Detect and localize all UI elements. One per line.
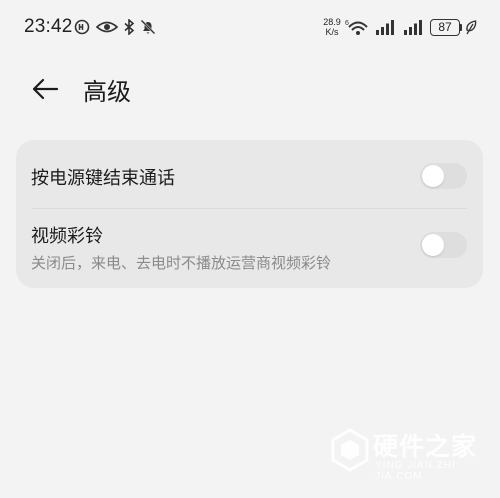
toggle-knob: [422, 165, 444, 187]
setting-label-video-ringback: 视频彩铃: [31, 226, 103, 247]
leaf-icon: [466, 20, 477, 35]
watermark-logo-icon: [331, 428, 369, 472]
divider: [32, 208, 467, 209]
network-speed: 28.9 K/s: [320, 17, 344, 37]
video-ringback-toggle[interactable]: [420, 232, 467, 258]
status-bar: 23:42 28.9 K/s 6 87: [0, 0, 500, 56]
clock-time: 23:42: [24, 16, 73, 37]
battery-icon: 87: [430, 19, 460, 36]
setting-description-video-ringback: 关闭后，来电、去电时不播放运营商视频彩铃: [31, 254, 332, 272]
end-call-toggle[interactable]: [420, 163, 467, 189]
setting-row-video-ringback[interactable]: 视频彩铃 关闭后，来电、去电时不播放运营商视频彩铃: [16, 210, 483, 288]
back-button[interactable]: [28, 74, 62, 104]
signal-icon: [404, 20, 422, 35]
settings-card: 按电源键结束通话 视频彩铃 关闭后，来电、去电时不播放运营商视频彩铃: [16, 140, 483, 288]
setting-label-end-call: 按电源键结束通话: [31, 168, 175, 189]
battery-tip: [460, 24, 462, 31]
network-speed-unit: K/s: [325, 27, 339, 37]
setting-row-end-call-power-key[interactable]: 按电源键结束通话: [16, 140, 483, 210]
watermark-title: 硬件之家: [373, 432, 478, 461]
network-speed-value: 28.9: [323, 17, 341, 27]
hd-icon: [74, 19, 90, 35]
page-title: 高级: [83, 78, 131, 106]
svg-text:6: 6: [345, 20, 349, 27]
signal-icon: [376, 20, 394, 35]
mute-bell-icon: [140, 19, 156, 35]
eye-icon: [96, 21, 118, 33]
arrow-left-icon: [32, 78, 59, 100]
bluetooth-icon: [124, 19, 135, 35]
toggle-knob: [422, 234, 444, 256]
watermark-subtitle: YING JIAN ZHI JIA.COM: [375, 460, 456, 482]
wifi-icon: 6: [345, 20, 368, 35]
